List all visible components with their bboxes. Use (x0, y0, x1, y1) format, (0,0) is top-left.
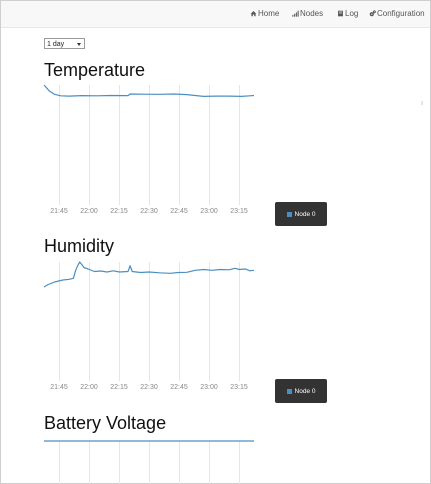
x-tick-label: 22:00 (80, 208, 98, 215)
x-tick-label: 23:00 (200, 384, 218, 391)
x-tick-label: 23:15 (230, 384, 248, 391)
x-tick-label: 22:30 (140, 208, 158, 215)
humidity-legend[interactable]: Node 0 (275, 379, 327, 403)
legend-label: Node 0 (294, 387, 316, 395)
x-tick-label: 22:45 (170, 384, 188, 391)
time-range-select[interactable]: 1 day (44, 38, 85, 49)
humidity-chart: 21:45 22:00 22:15 22:30 22:45 23:00 23:15 (43, 261, 255, 391)
x-tick-label: 22:15 (110, 208, 128, 215)
nav-configuration-label: Configuration (377, 9, 425, 18)
scrollbar[interactable] (421, 101, 423, 105)
nav-log[interactable]: Log (337, 9, 358, 18)
x-tick-label: 22:30 (140, 384, 158, 391)
legend-swatch (286, 211, 292, 217)
temperature-chart: 21:45 22:00 22:15 22:30 22:45 23:00 23:15 (43, 84, 255, 215)
home-icon (250, 11, 257, 17)
x-tick-label: 23:00 (200, 208, 218, 215)
nav-nodes-label: Nodes (300, 9, 324, 18)
x-tick-label: 22:00 (80, 384, 98, 391)
legend-swatch (286, 388, 292, 394)
legend-label: Node 0 (294, 210, 316, 218)
top-navbar: Home Nodes Log Configuration (1, 1, 430, 28)
x-tick-label: 22:15 (110, 384, 128, 391)
temperature-legend[interactable]: Node 0 (275, 202, 327, 226)
signal-bars-icon (292, 10, 299, 17)
x-tick-label: 21:45 (50, 208, 68, 215)
nav-configuration[interactable]: Configuration (369, 9, 425, 18)
book-icon (338, 10, 343, 17)
time-range-value: 1 day (47, 41, 65, 48)
x-tick-label: 21:45 (50, 384, 68, 391)
nav-log-label: Log (345, 9, 359, 18)
humidity-title: Humidity (44, 236, 115, 256)
nav-home-label: Home (258, 9, 280, 18)
nav-home[interactable]: Home (250, 9, 279, 18)
battery-voltage-title: Battery Voltage (44, 413, 167, 433)
gears-icon (369, 10, 376, 17)
x-tick-label: 23:15 (230, 208, 248, 215)
temperature-title: Temperature (44, 60, 146, 80)
nav-nodes[interactable]: Nodes (292, 9, 323, 18)
x-tick-label: 22:45 (170, 208, 188, 215)
battery-voltage-chart (44, 440, 254, 484)
chevron-down-icon (77, 43, 81, 46)
